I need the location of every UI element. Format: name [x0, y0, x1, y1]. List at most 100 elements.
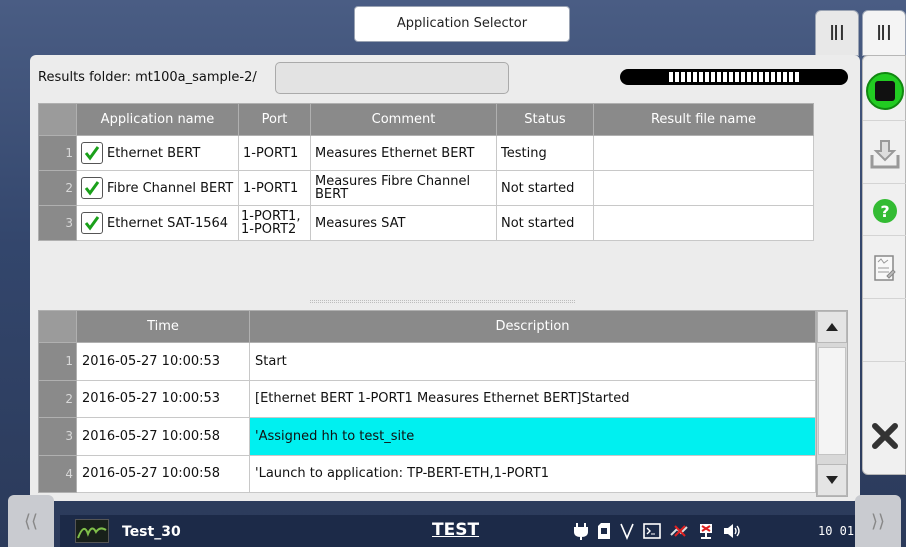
- application-name-cell[interactable]: Fibre Channel BERT: [76, 170, 239, 206]
- result-file-cell: [593, 135, 814, 171]
- terminal-icon: [643, 523, 661, 539]
- table-row[interactable]: 2 Fibre Channel BERT 1-PORT1 Measures Fi…: [38, 170, 814, 206]
- column-header-status[interactable]: Status: [496, 103, 594, 136]
- progress-tick: [681, 72, 685, 82]
- row-number: 2: [38, 379, 77, 418]
- mode-indicator[interactable]: TEST: [432, 520, 479, 540]
- progress-tick: [675, 72, 679, 82]
- report-icon: [874, 254, 896, 281]
- status-cell: Not started: [496, 170, 594, 206]
- application-selector-title: Application Selector: [354, 6, 570, 42]
- stop-button[interactable]: [863, 61, 906, 121]
- time-cell: 2016-05-27 10:00:58: [76, 454, 250, 493]
- application-name: Fibre Channel BERT: [107, 180, 234, 196]
- progress-tick: [759, 72, 763, 82]
- scroll-thumb[interactable]: [818, 347, 846, 455]
- progress-indicator: [620, 69, 848, 85]
- help-button[interactable]: ?: [863, 186, 906, 236]
- checkbox[interactable]: [81, 142, 103, 164]
- scroll-down-button[interactable]: [817, 464, 847, 496]
- comment-cell: Measures Ethernet BERT: [310, 135, 497, 171]
- progress-tick: [789, 72, 793, 82]
- table-row[interactable]: 2 2016-05-27 10:00:53 [Ethernet BERT 1-P…: [38, 379, 816, 418]
- progress-tick: [717, 72, 721, 82]
- description-cell: Start: [249, 342, 816, 381]
- corner-cell: [38, 310, 77, 343]
- port-cell: 1-PORT1: [238, 135, 311, 171]
- column-header-application-name[interactable]: Application name: [76, 103, 239, 136]
- save-button[interactable]: [863, 124, 906, 184]
- description-cell: 'Assigned hh to test_site: [249, 417, 816, 456]
- triangle-up-icon: [826, 323, 838, 331]
- progress-tick: [699, 72, 703, 82]
- status-bar: Test_30 TEST 10 01: [60, 515, 855, 547]
- log-table-header: Time Description: [38, 310, 816, 343]
- port-cell: 1-PORT1, 1-PORT2: [238, 205, 311, 241]
- row-number: 4: [38, 454, 77, 493]
- sd-card-icon: [598, 523, 610, 539]
- table-row-selected[interactable]: 3 2016-05-27 10:00:58 'Assigned hh to te…: [38, 417, 816, 456]
- table-row[interactable]: 1 2016-05-27 10:00:53 Start: [38, 342, 816, 381]
- progress-tick: [747, 72, 751, 82]
- pane-splitter[interactable]: [310, 300, 575, 303]
- report-button[interactable]: [863, 239, 906, 299]
- log-table: Time Description 1 2016-05-27 10:00:53 S…: [38, 310, 816, 493]
- application-name-cell[interactable]: Ethernet SAT-1564: [76, 205, 239, 241]
- status-cell: Testing: [496, 135, 594, 171]
- stop-icon: [866, 71, 904, 110]
- progress-tick: [753, 72, 757, 82]
- progress-tick: [735, 72, 739, 82]
- time-cell: 2016-05-27 10:00:58: [76, 417, 250, 456]
- row-number: 1: [38, 135, 77, 171]
- column-header-result-file-name[interactable]: Result file name: [593, 103, 814, 136]
- status-icons: [573, 521, 741, 541]
- application-name: Ethernet BERT: [107, 145, 201, 161]
- no-network-icon: [670, 525, 688, 537]
- progress-tick: [795, 72, 799, 82]
- results-folder-row: Results folder: mt100a_sample-2/: [38, 62, 257, 92]
- table-row[interactable]: 1 Ethernet BERT 1-PORT1 Measures Etherne…: [38, 135, 814, 171]
- column-header-description[interactable]: Description: [249, 310, 816, 343]
- application-name: Ethernet SAT-1564: [107, 215, 229, 231]
- log-scrollbar[interactable]: [816, 310, 848, 497]
- checkmark-icon: [84, 216, 100, 231]
- comment-cell: Measures Fibre Channel BERT: [310, 170, 497, 206]
- close-icon: [872, 423, 898, 449]
- result-file-cell: [593, 170, 814, 206]
- progress-tick: [765, 72, 769, 82]
- progress-tick: [705, 72, 709, 82]
- empty-side-slot: [863, 302, 906, 362]
- checkbox[interactable]: [81, 177, 103, 199]
- progress-tick: [777, 72, 781, 82]
- description-cell: [Ethernet BERT 1-PORT1 Measures Ethernet…: [249, 379, 816, 418]
- power-plug-icon: [574, 523, 588, 540]
- scroll-up-button[interactable]: [817, 311, 847, 343]
- application-name-cell[interactable]: Ethernet BERT: [76, 135, 239, 171]
- result-file-cell: [593, 205, 814, 241]
- test-name: Test_30: [122, 524, 181, 540]
- results-folder-input[interactable]: [275, 62, 509, 94]
- scroll-left-button[interactable]: ⟨⟨: [8, 495, 54, 547]
- column-header-comment[interactable]: Comment: [310, 103, 497, 136]
- table-row[interactable]: 3 Ethernet SAT-1564 1-PORT1, 1-PORT2 Mea…: [38, 205, 814, 241]
- close-button[interactable]: [863, 406, 906, 466]
- table-row[interactable]: 4 2016-05-27 10:00:58 'Launch to applica…: [38, 454, 816, 493]
- progress-tick: [723, 72, 727, 82]
- column-header-port[interactable]: Port: [238, 103, 311, 136]
- progress-tick: [687, 72, 691, 82]
- checkmark-icon: [84, 181, 100, 196]
- scroll-right-button[interactable]: ⟩⟩: [855, 495, 901, 547]
- application-table-header: Application name Port Comment Status Res…: [38, 103, 814, 136]
- menu-tab-left[interactable]: ⅡⅠ: [815, 10, 859, 56]
- port-cell: 1-PORT1: [238, 170, 311, 206]
- menu-tab-right[interactable]: ⅡⅠ: [862, 10, 906, 56]
- checkbox[interactable]: [81, 212, 103, 234]
- progress-tick: [693, 72, 697, 82]
- checkmark-icon: [84, 146, 100, 161]
- progress-tick: [669, 72, 673, 82]
- progress-tick: [729, 72, 733, 82]
- status-cell: Not started: [496, 205, 594, 241]
- progress-tick: [741, 72, 745, 82]
- column-header-time[interactable]: Time: [76, 310, 250, 343]
- corner-cell: [38, 103, 77, 136]
